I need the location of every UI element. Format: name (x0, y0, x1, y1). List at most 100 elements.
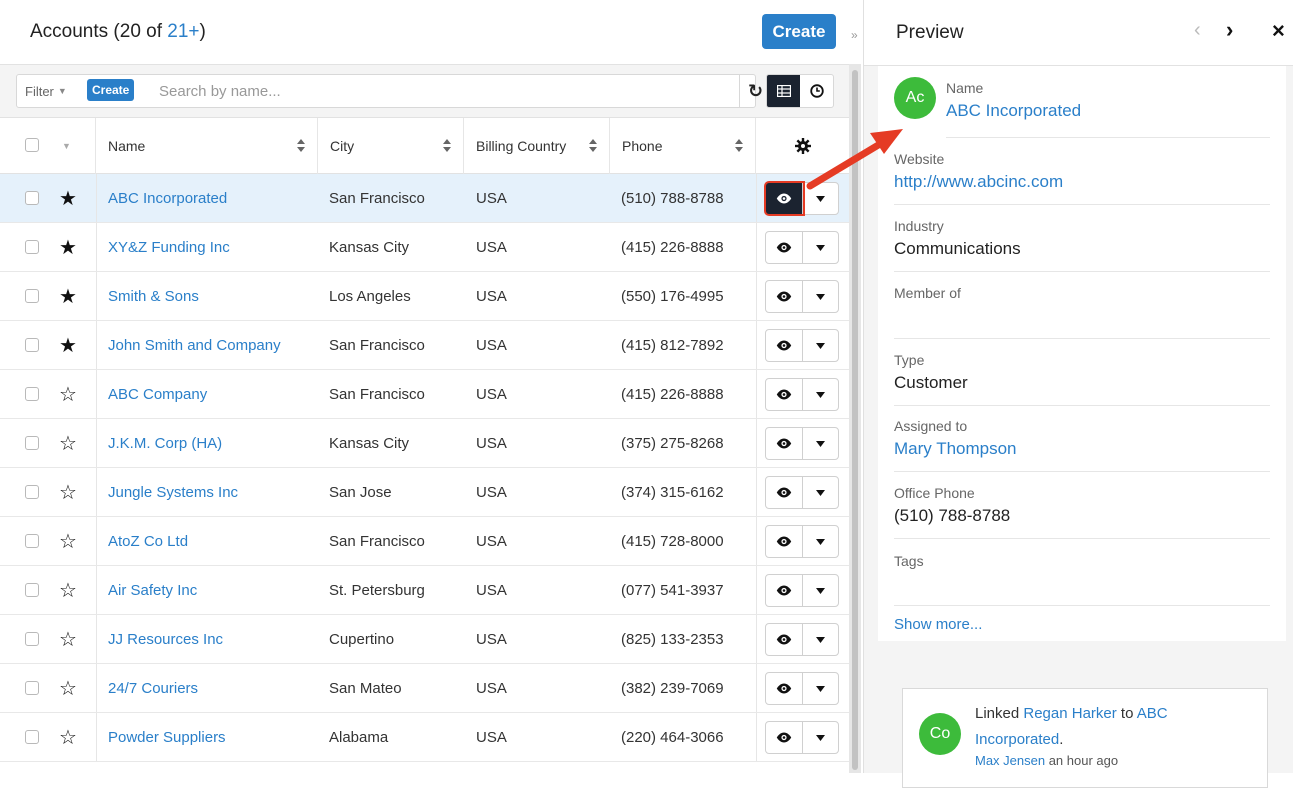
star-filled-icon[interactable]: ★ (56, 184, 80, 212)
star-filled-icon[interactable]: ★ (56, 233, 80, 261)
eye-icon[interactable] (766, 330, 803, 361)
star-outline-icon[interactable]: ☆ (56, 625, 80, 653)
account-name-link[interactable]: Air Safety Inc (108, 582, 197, 599)
chevron-right-icon[interactable]: › (1226, 17, 1233, 43)
account-name-link[interactable]: John Smith and Company (108, 337, 281, 354)
account-name-link[interactable]: ABC Company (108, 386, 207, 403)
select-all-checkbox[interactable] (25, 138, 39, 152)
activity-stream-icon[interactable] (800, 75, 833, 107)
divider (756, 321, 757, 369)
eye-icon[interactable] (766, 232, 803, 263)
table-row[interactable]: ☆ AtoZ Co Ltd San Francisco USA (415) 72… (0, 517, 849, 566)
eye-icon[interactable] (766, 183, 803, 214)
account-name-link[interactable]: 24/7 Couriers (108, 680, 198, 697)
show-more-link[interactable]: Show more... (894, 616, 982, 633)
eye-icon[interactable] (766, 526, 803, 557)
contact-link[interactable]: Regan Harker (1023, 705, 1116, 722)
star-filled-icon[interactable]: ★ (56, 282, 80, 310)
star-filled-icon[interactable]: ★ (56, 331, 80, 359)
caret-down-icon[interactable] (803, 575, 838, 606)
caret-down-icon[interactable] (803, 673, 838, 704)
search-input[interactable] (151, 78, 711, 104)
author-link[interactable]: Max Jensen (975, 753, 1045, 768)
star-outline-icon[interactable]: ☆ (56, 527, 80, 555)
scrollbar-thumb[interactable] (852, 70, 858, 770)
table-row[interactable]: ★ ABC Incorporated San Francisco USA (51… (0, 174, 849, 223)
row-checkbox[interactable] (25, 387, 39, 401)
star-outline-icon[interactable]: ☆ (56, 674, 80, 702)
row-checkbox[interactable] (25, 681, 39, 695)
mass-actions-caret-icon[interactable]: ▼ (62, 141, 71, 151)
table-row[interactable]: ☆ Air Safety Inc St. Petersburg USA (077… (0, 566, 849, 615)
caret-down-icon[interactable] (803, 232, 838, 263)
row-checkbox[interactable] (25, 289, 39, 303)
star-outline-icon[interactable]: ☆ (56, 478, 80, 506)
row-actions (765, 231, 839, 264)
row-checkbox[interactable] (25, 485, 39, 499)
account-name-link[interactable]: J.K.M. Corp (HA) (108, 435, 222, 452)
eye-icon[interactable] (766, 673, 803, 704)
caret-down-icon[interactable] (803, 428, 838, 459)
field-value-name[interactable]: ABC Incorporated (946, 101, 1081, 121)
eye-icon[interactable] (766, 428, 803, 459)
account-name-link[interactable]: AtoZ Co Ltd (108, 533, 188, 550)
filter-create-button[interactable]: Create (87, 79, 135, 101)
field-value-assigned-to[interactable]: Mary Thompson (894, 439, 1017, 459)
row-checkbox[interactable] (25, 191, 39, 205)
caret-down-icon[interactable] (803, 624, 838, 655)
caret-down-icon[interactable] (803, 526, 838, 557)
star-outline-icon[interactable]: ☆ (56, 380, 80, 408)
column-header-city[interactable]: City (318, 118, 464, 174)
row-checkbox[interactable] (25, 730, 39, 744)
caret-down-icon[interactable] (803, 477, 838, 508)
account-name-link[interactable]: Jungle Systems Inc (108, 484, 238, 501)
field-value-website[interactable]: http://www.abcinc.com (894, 172, 1063, 192)
column-header-billing-country[interactable]: Billing Country (464, 118, 610, 174)
table-row[interactable]: ☆ 24/7 Couriers San Mateo USA (382) 239-… (0, 664, 849, 713)
star-outline-icon[interactable]: ☆ (56, 576, 80, 604)
chevron-left-icon[interactable]: ‹ (1194, 19, 1201, 42)
table-row[interactable]: ★ John Smith and Company San Francisco U… (0, 321, 849, 370)
list-scrollbar[interactable] (849, 64, 861, 773)
close-icon[interactable]: × (1272, 18, 1285, 44)
eye-icon[interactable] (766, 722, 803, 753)
create-button[interactable]: Create (762, 14, 836, 49)
account-name-link[interactable]: Smith & Sons (108, 288, 199, 305)
table-row[interactable]: ☆ J.K.M. Corp (HA) Kansas City USA (375)… (0, 419, 849, 468)
table-row[interactable]: ★ XY&Z Funding Inc Kansas City USA (415)… (0, 223, 849, 272)
row-checkbox[interactable] (25, 583, 39, 597)
caret-down-icon[interactable] (803, 281, 838, 312)
table-view-icon[interactable] (767, 75, 800, 107)
row-checkbox[interactable] (25, 240, 39, 254)
table-row[interactable]: ☆ ABC Company San Francisco USA (415) 22… (0, 370, 849, 419)
column-header-phone[interactable]: Phone (610, 118, 756, 174)
account-name-link[interactable]: Powder Suppliers (108, 729, 226, 746)
column-header-name[interactable]: Name (96, 118, 318, 174)
eye-icon[interactable] (766, 624, 803, 655)
caret-down-icon[interactable] (803, 183, 838, 214)
eye-icon[interactable] (766, 477, 803, 508)
gear-icon[interactable] (794, 138, 811, 154)
table-row[interactable]: ☆ Jungle Systems Inc San Jose USA (374) … (0, 468, 849, 517)
eye-icon[interactable] (766, 575, 803, 606)
collapse-panel-icon[interactable]: » (851, 28, 858, 42)
row-checkbox[interactable] (25, 436, 39, 450)
star-outline-icon[interactable]: ☆ (56, 723, 80, 751)
record-count-link[interactable]: 21+ (167, 21, 199, 42)
row-checkbox[interactable] (25, 534, 39, 548)
row-checkbox[interactable] (25, 632, 39, 646)
eye-icon[interactable] (766, 281, 803, 312)
table-row[interactable]: ☆ JJ Resources Inc Cupertino USA (825) 1… (0, 615, 849, 664)
caret-down-icon[interactable] (803, 330, 838, 361)
filter-dropdown[interactable]: Filter ▼ (25, 75, 67, 107)
account-name-link[interactable]: JJ Resources Inc (108, 631, 223, 648)
caret-down-icon[interactable] (803, 722, 838, 753)
row-checkbox[interactable] (25, 338, 39, 352)
table-row[interactable]: ☆ Powder Suppliers Alabama USA (220) 464… (0, 713, 849, 762)
caret-down-icon[interactable] (803, 379, 838, 410)
table-row[interactable]: ★ Smith & Sons Los Angeles USA (550) 176… (0, 272, 849, 321)
account-name-link[interactable]: ABC Incorporated (108, 190, 227, 207)
account-name-link[interactable]: XY&Z Funding Inc (108, 239, 230, 256)
eye-icon[interactable] (766, 379, 803, 410)
star-outline-icon[interactable]: ☆ (56, 429, 80, 457)
